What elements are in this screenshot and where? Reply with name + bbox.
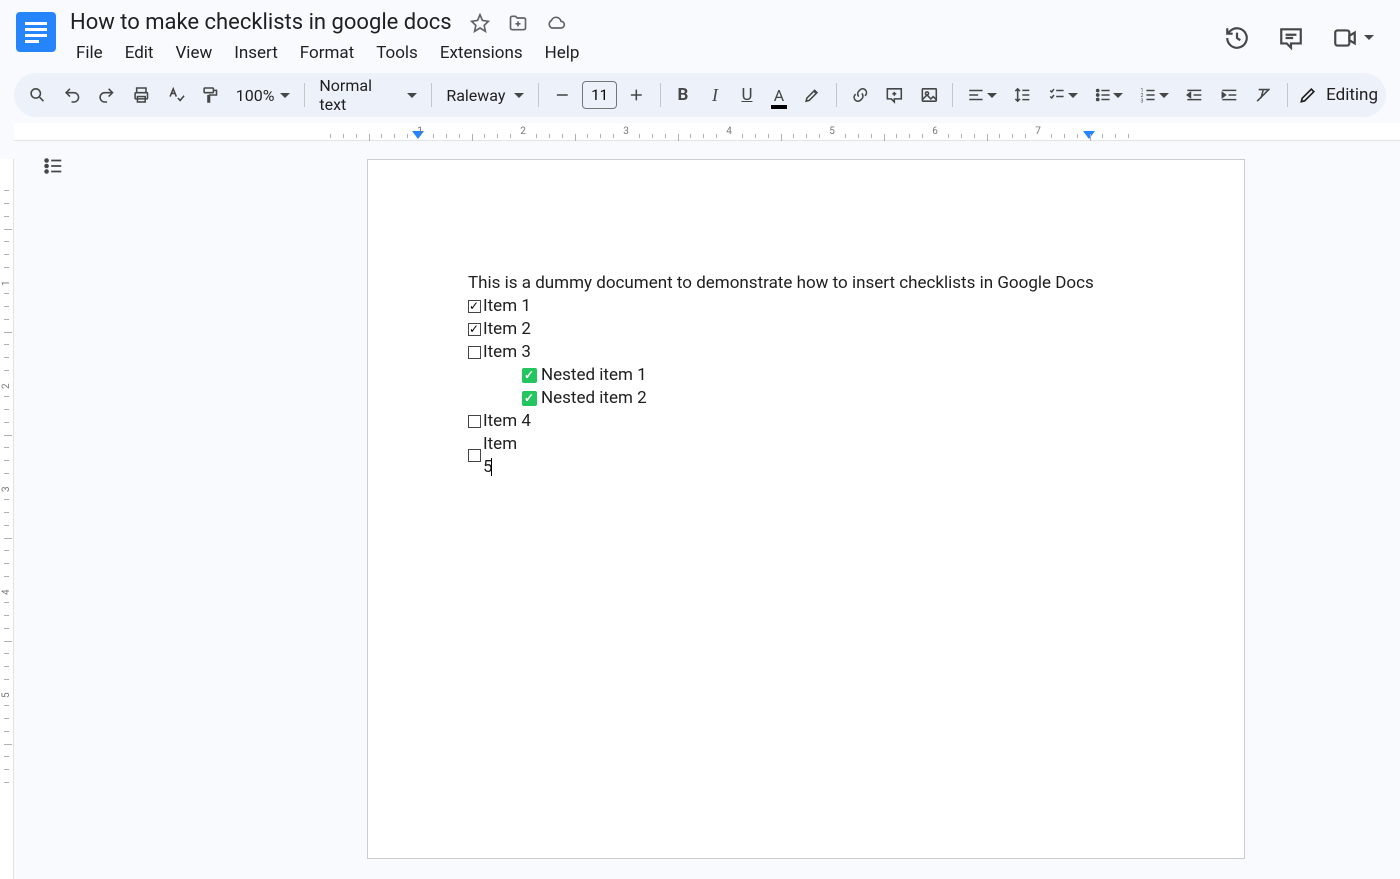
doc-intro[interactable]: This is a dummy document to demonstrate …	[468, 272, 1144, 295]
add-comment-icon[interactable]	[879, 79, 910, 111]
highlight-icon[interactable]	[797, 79, 828, 111]
checkbox-icon[interactable]	[468, 415, 481, 428]
checkbox-icon[interactable]	[522, 391, 537, 406]
history-icon[interactable]	[1224, 25, 1250, 51]
checklist-item[interactable]: Item 5	[468, 433, 1144, 479]
docs-logo[interactable]	[16, 12, 56, 52]
paragraph-style-select[interactable]: Normal text	[313, 72, 423, 118]
font-size-decrease[interactable]	[547, 79, 578, 111]
checklist-item[interactable]: Item 3	[468, 341, 1144, 364]
numbered-list-icon[interactable]: 123	[1133, 79, 1175, 111]
move-icon[interactable]	[504, 9, 532, 37]
menubar: File Edit View Insert Format Tools Exten…	[66, 39, 1214, 67]
paint-format-icon[interactable]	[195, 79, 226, 111]
spellcheck-icon[interactable]	[161, 79, 192, 111]
menu-format[interactable]: Format	[290, 39, 364, 67]
menu-file[interactable]: File	[66, 39, 113, 67]
horizontal-ruler[interactable]: 1234567	[14, 123, 1400, 141]
indent-increase-icon[interactable]	[1214, 79, 1245, 111]
font-size-input[interactable]: 11	[582, 81, 618, 109]
text-color-icon[interactable]: A	[765, 79, 793, 111]
line-spacing-icon[interactable]	[1007, 79, 1038, 111]
bold-icon[interactable]: B	[669, 79, 697, 111]
font-size-increase[interactable]	[621, 79, 652, 111]
underline-icon[interactable]: U	[733, 79, 761, 111]
search-icon[interactable]	[22, 79, 53, 111]
menu-tools[interactable]: Tools	[366, 39, 428, 67]
comments-icon[interactable]	[1278, 25, 1304, 51]
checkbox-icon[interactable]	[468, 449, 481, 462]
cloud-status-icon[interactable]	[542, 9, 570, 37]
checkbox-icon[interactable]	[468, 323, 481, 336]
bulleted-list-icon[interactable]	[1088, 79, 1130, 111]
undo-icon[interactable]	[57, 79, 88, 111]
checklist-item[interactable]: Item 4	[468, 410, 1144, 433]
checklist-icon[interactable]	[1042, 79, 1084, 111]
zoom-select[interactable]: 100%	[230, 82, 297, 109]
vertical-ruler[interactable]: 12345	[0, 159, 14, 879]
redo-icon[interactable]	[91, 79, 122, 111]
menu-help[interactable]: Help	[535, 39, 590, 67]
link-icon[interactable]	[845, 79, 876, 111]
checklist-item[interactable]: Item 2	[468, 318, 1144, 341]
meet-icon[interactable]	[1332, 25, 1374, 51]
checkbox-icon[interactable]	[522, 368, 537, 383]
font-family-select[interactable]: Raleway	[440, 82, 530, 109]
menu-edit[interactable]: Edit	[115, 39, 164, 67]
italic-icon[interactable]: I	[701, 79, 729, 111]
menu-view[interactable]: View	[165, 39, 222, 67]
checkbox-icon[interactable]	[468, 346, 481, 359]
menu-extensions[interactable]: Extensions	[430, 39, 533, 67]
document-title[interactable]: How to make checklists in google docs	[66, 8, 456, 37]
nested-checklist-item[interactable]: Nested item 2	[468, 387, 1144, 410]
checklist-item[interactable]: Item 1	[468, 295, 1144, 318]
indent-decrease-icon[interactable]	[1179, 79, 1210, 111]
star-icon[interactable]	[466, 9, 494, 37]
nested-checklist-item[interactable]: Nested item 1	[468, 364, 1144, 387]
toolbar: 100% Normal text Raleway 11 B I U A 123	[14, 73, 1386, 117]
checkbox-icon[interactable]	[468, 300, 481, 313]
insert-image-icon[interactable]	[914, 79, 945, 111]
print-icon[interactable]	[126, 79, 157, 111]
document-page[interactable]: This is a dummy document to demonstrate …	[367, 159, 1245, 859]
editing-mode-button[interactable]: Editing	[1298, 85, 1378, 105]
svg-text:3: 3	[1141, 98, 1144, 104]
outline-toggle-icon[interactable]	[42, 155, 64, 879]
clear-formatting-icon[interactable]	[1248, 79, 1279, 111]
align-icon[interactable]	[961, 79, 1003, 111]
menu-insert[interactable]: Insert	[224, 39, 288, 67]
